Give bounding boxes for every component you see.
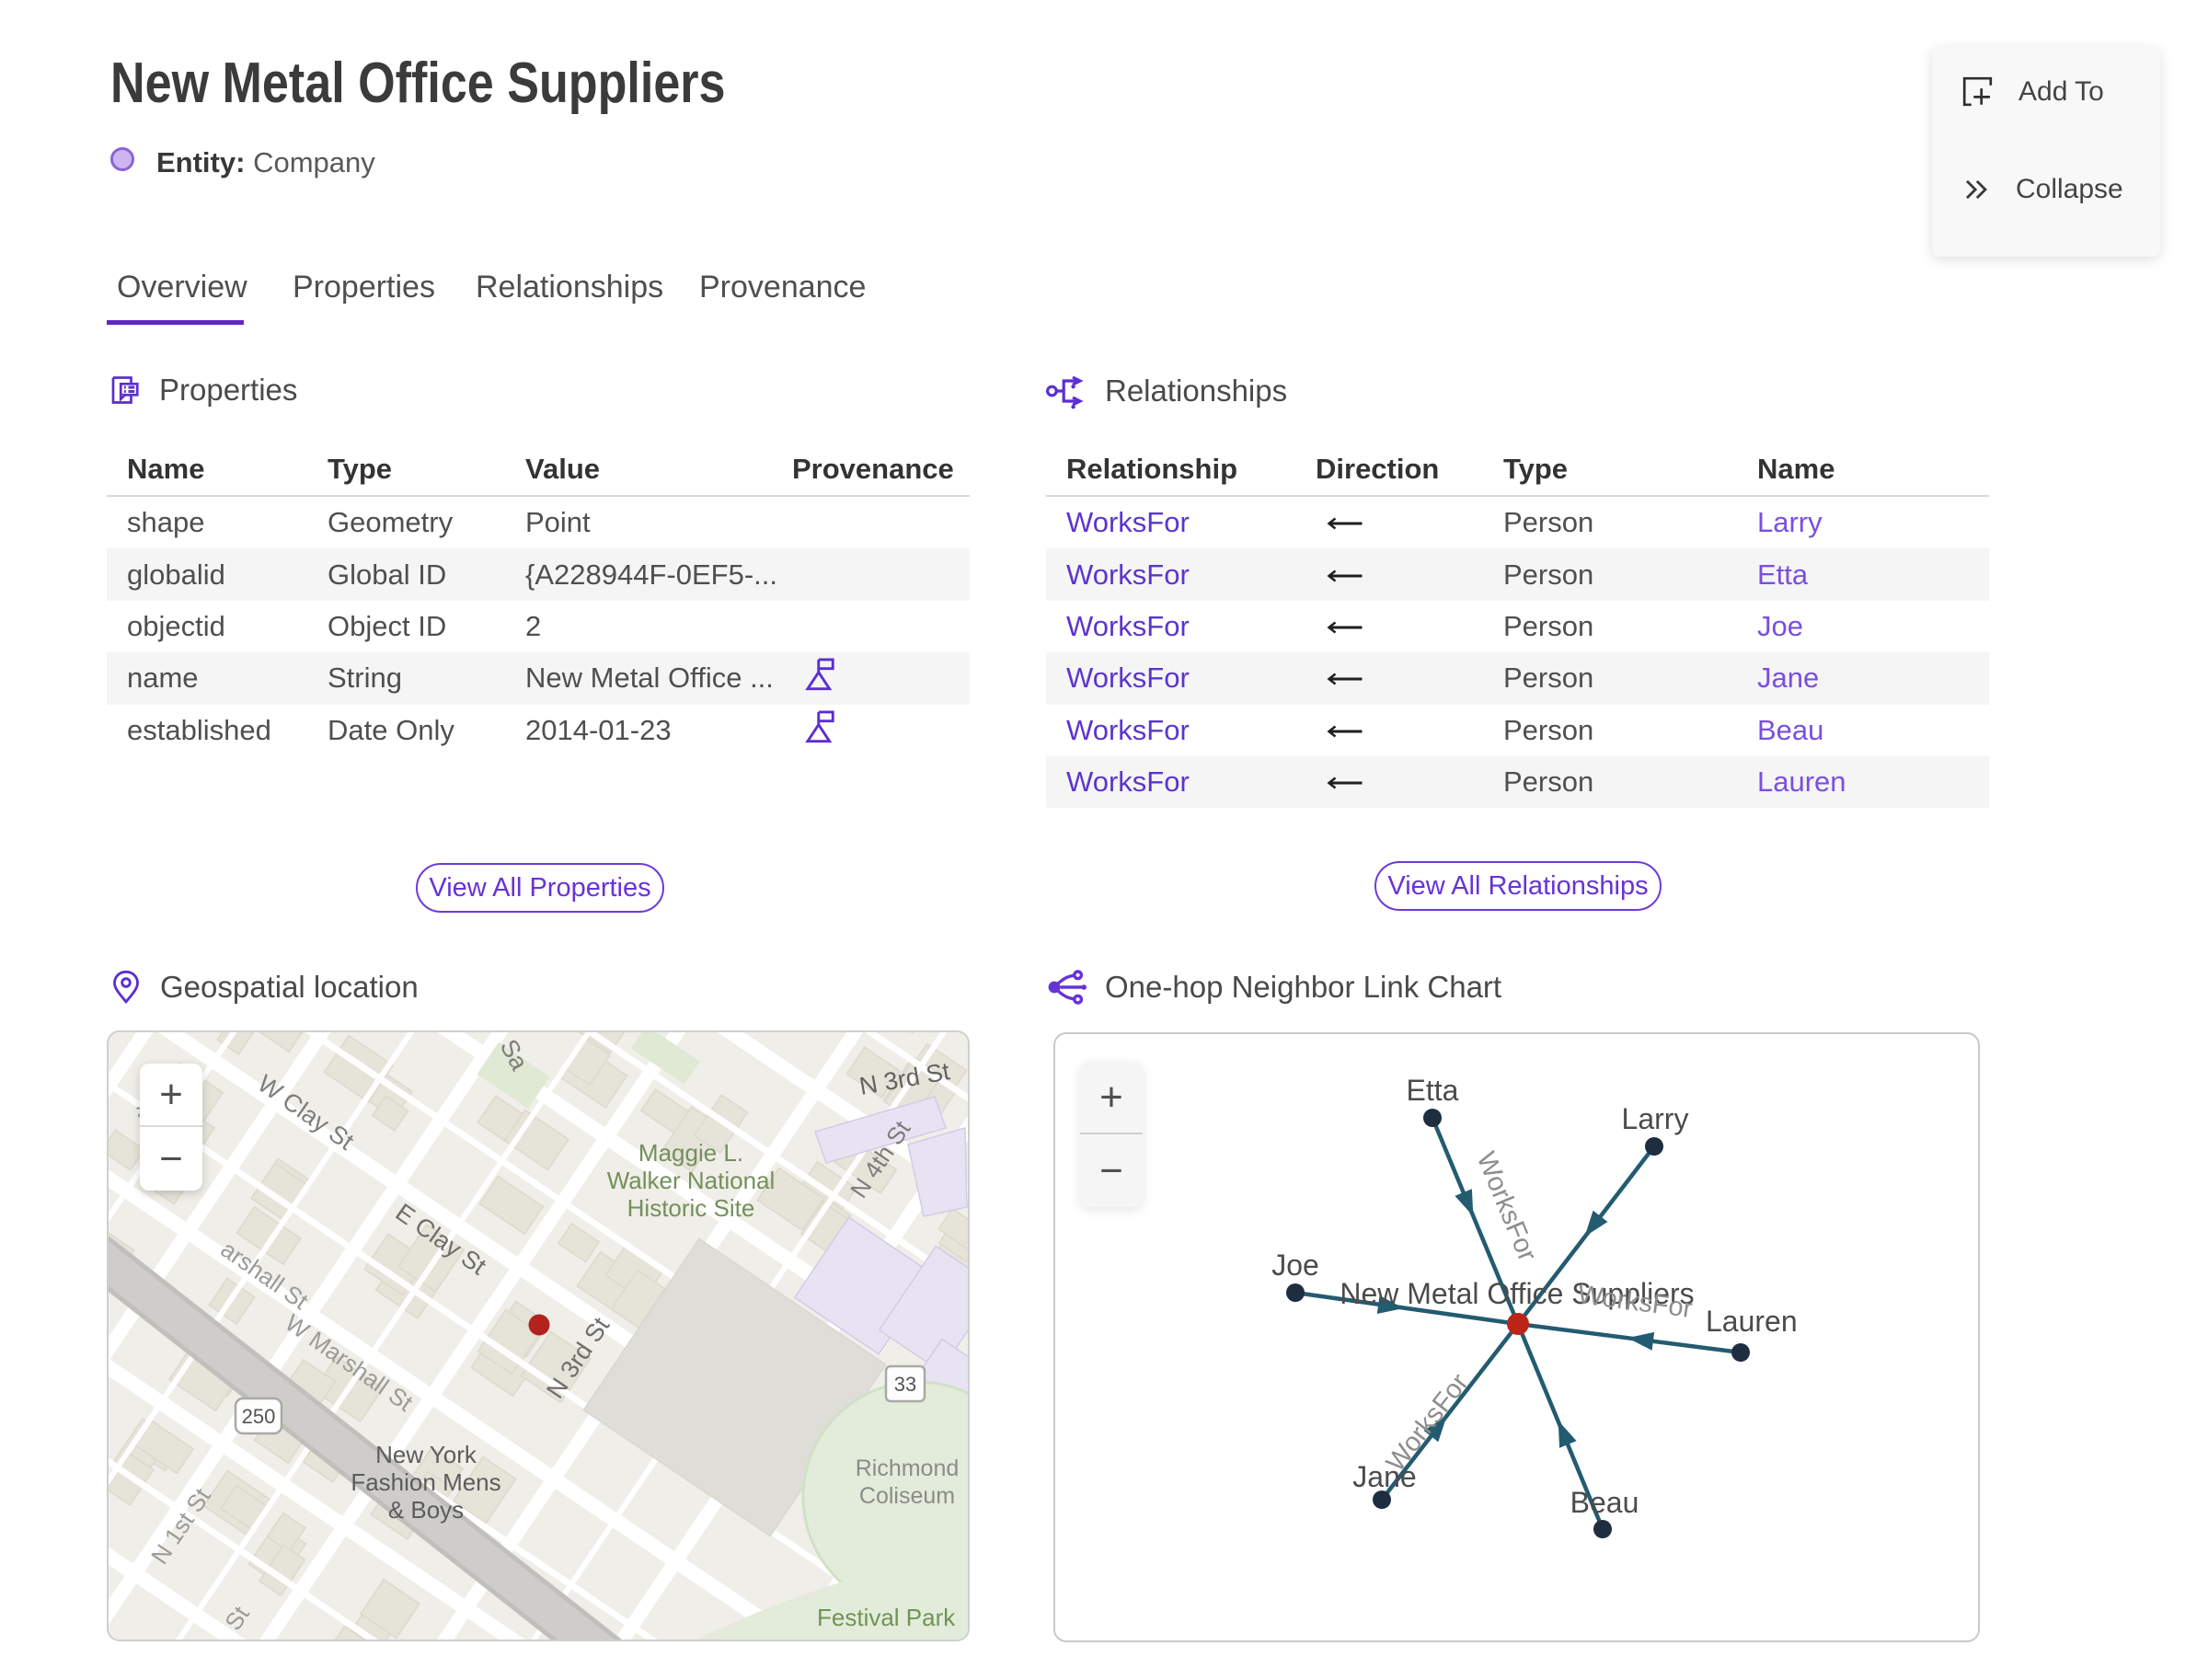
- svg-text:Beau: Beau: [1570, 1486, 1639, 1519]
- svg-text:Lauren: Lauren: [1706, 1305, 1798, 1338]
- svg-text:& Boys: & Boys: [388, 1496, 464, 1524]
- svg-text:Joe: Joe: [1271, 1248, 1319, 1282]
- svg-text:WorksFor: WorksFor: [1470, 1148, 1542, 1266]
- svg-text:Etta: Etta: [1407, 1074, 1459, 1107]
- svg-text:Festival Park: Festival Park: [817, 1604, 956, 1631]
- svg-text:Fashion Mens: Fashion Mens: [351, 1468, 500, 1496]
- svg-text:Richmond: Richmond: [856, 1456, 960, 1481]
- svg-text:33: 33: [894, 1373, 916, 1396]
- svg-text:Walker National: Walker National: [607, 1167, 776, 1194]
- svg-text:WorksFor: WorksFor: [1381, 1368, 1475, 1478]
- svg-text:New York: New York: [375, 1441, 477, 1468]
- svg-text:250: 250: [242, 1405, 276, 1428]
- svg-text:Historic Site: Historic Site: [627, 1194, 755, 1222]
- svg-text:Maggie L.: Maggie L.: [638, 1139, 743, 1167]
- svg-text:Coliseum: Coliseum: [859, 1483, 955, 1509]
- svg-text:Larry: Larry: [1622, 1102, 1689, 1135]
